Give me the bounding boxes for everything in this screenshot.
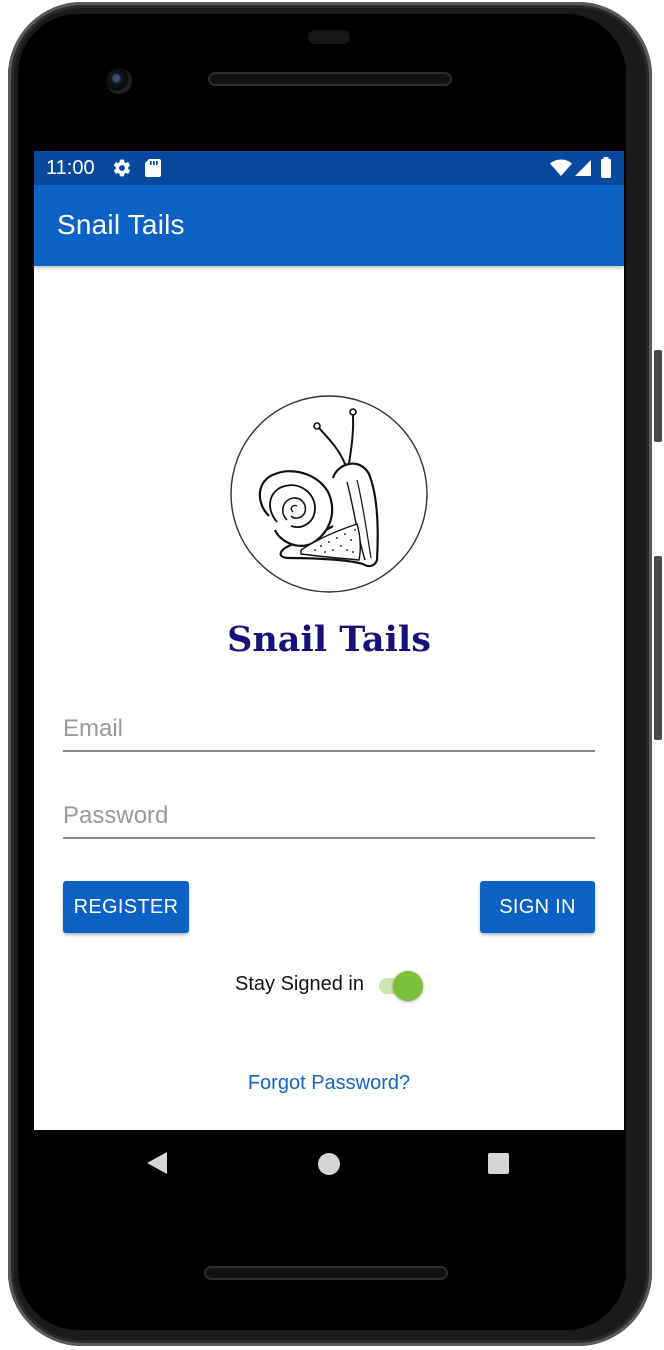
email-input[interactable] <box>63 712 595 746</box>
app-bar-title: Snail Tails <box>57 209 185 240</box>
forgot-password-link[interactable]: Forgot Password? <box>34 1072 624 1095</box>
sd-card-icon <box>144 158 162 183</box>
email-field <box>63 704 595 752</box>
back-icon[interactable] <box>147 1152 167 1174</box>
earpiece-speaker <box>208 72 452 86</box>
app-screen: 11:00 Snail Tails Snail Tails Email REGI… <box>34 151 624 1130</box>
toggle-thumb <box>393 971 423 1001</box>
gear-icon <box>112 158 132 183</box>
power-button <box>654 556 662 740</box>
volume-button <box>654 350 662 442</box>
status-bar: 11:00 <box>34 151 624 185</box>
snail-logo-icon <box>229 394 429 594</box>
password-input[interactable] <box>63 799 595 833</box>
wifi-icon <box>550 159 572 182</box>
system-nav-bar <box>34 1130 624 1200</box>
password-field <box>63 791 595 839</box>
home-icon[interactable] <box>318 1153 340 1175</box>
sign-in-button[interactable]: SIGN IN <box>480 881 595 933</box>
cell-signal-icon <box>574 159 592 182</box>
battery-icon <box>600 157 612 184</box>
bottom-speaker <box>204 1266 448 1280</box>
app-bar: Snail Tails <box>34 185 624 266</box>
top-notch <box>308 30 350 44</box>
stay-signed-in-row: Stay Signed in <box>34 969 624 1003</box>
front-camera-icon <box>106 68 132 94</box>
status-time: 11:00 <box>46 157 95 179</box>
stay-signed-in-label: Stay Signed in <box>235 973 364 995</box>
recents-icon[interactable] <box>488 1153 509 1174</box>
brand-title: Snail Tails <box>227 619 431 660</box>
stay-signed-in-toggle[interactable] <box>377 971 425 1001</box>
register-button[interactable]: REGISTER <box>63 881 189 933</box>
